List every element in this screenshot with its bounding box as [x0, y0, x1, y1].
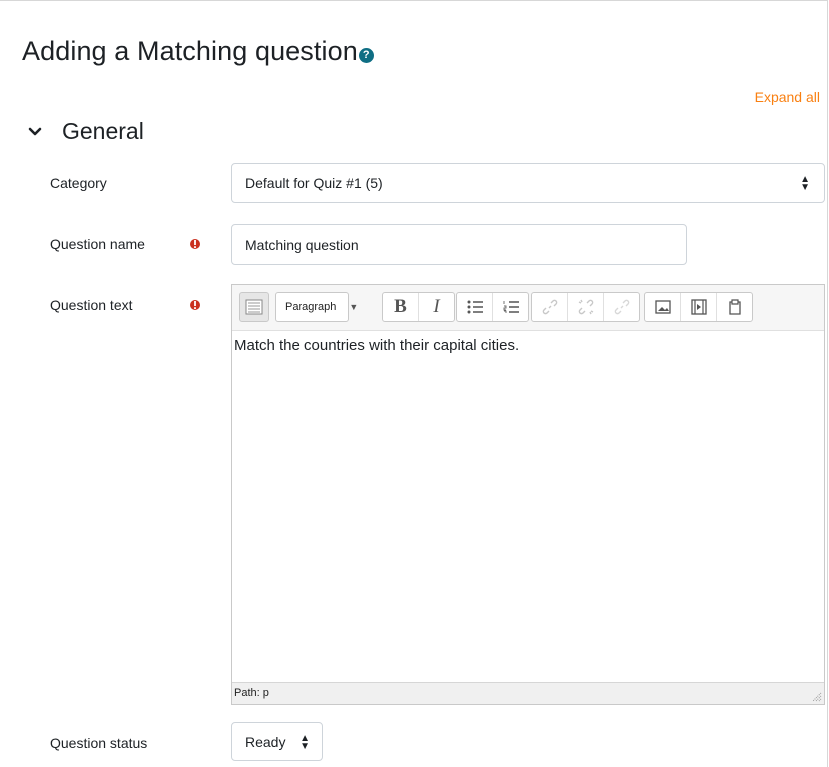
toolbar-toggle-icon — [245, 299, 263, 315]
resize-handle-icon[interactable] — [812, 692, 822, 702]
ordered-list-button[interactable] — [492, 293, 528, 321]
anchor-button[interactable] — [603, 293, 639, 321]
link-group — [531, 292, 640, 322]
element-path: Path: p — [234, 687, 269, 699]
category-label: Category — [50, 175, 107, 191]
select-arrows-icon: ▲ ▼ — [300, 733, 310, 752]
question-name-label: Question name — [50, 236, 145, 252]
media-icon — [690, 299, 707, 315]
question-text-label: Question text — [50, 297, 133, 313]
unlink-button[interactable] — [567, 293, 603, 321]
editor-content[interactable]: Match the countries with their capital c… — [232, 331, 824, 661]
section-title: General — [62, 118, 144, 144]
dropdown-arrow-icon: ▼ — [349, 302, 359, 312]
question-name-value: Matching question — [245, 237, 359, 253]
paragraph-format-select[interactable]: Paragraph ▼ — [275, 292, 358, 322]
unlink-icon — [578, 299, 593, 315]
category-select[interactable]: Default for Quiz #1 (5) ▲ ▼ — [231, 163, 825, 203]
list-group — [456, 292, 529, 322]
required-icon — [190, 300, 200, 310]
manage-files-button[interactable] — [716, 293, 752, 321]
question-text-editor[interactable]: Paragraph ▼ B I Match the countries with… — [231, 284, 825, 705]
select-arrows-icon: ▲ ▼ — [800, 174, 810, 193]
editor-statusbar: Path: p — [232, 682, 824, 704]
text-style-group: B I — [382, 292, 455, 322]
editor-toolbar: Paragraph ▼ B I — [232, 285, 824, 331]
media-group — [644, 292, 753, 322]
help-icon[interactable]: ? — [358, 48, 374, 63]
question-status-select[interactable]: Ready ▲ ▼ — [231, 722, 323, 761]
chevron-down-icon — [28, 127, 42, 135]
category-value: Default for Quiz #1 (5) — [245, 175, 383, 191]
anchor-icon — [614, 299, 629, 315]
media-button[interactable] — [680, 293, 716, 321]
image-button[interactable] — [645, 293, 680, 321]
bold-button[interactable]: B — [383, 293, 418, 321]
toolbar-toggle-button[interactable] — [239, 292, 269, 322]
italic-button[interactable]: I — [418, 293, 454, 321]
section-toggle-general[interactable]: General — [28, 118, 144, 145]
unordered-list-icon — [467, 300, 483, 314]
expand-all-link[interactable]: Expand all — [755, 89, 820, 105]
unordered-list-button[interactable] — [457, 293, 492, 321]
question-status-label: Question status — [50, 735, 148, 751]
image-icon — [654, 300, 671, 314]
ordered-list-icon — [503, 301, 519, 313]
required-icon — [190, 239, 200, 249]
link-icon — [542, 299, 557, 315]
format-value: Paragraph — [285, 301, 337, 313]
page-title: Adding a Matching question? — [22, 36, 374, 67]
link-button[interactable] — [532, 293, 567, 321]
editor-text: Match the countries with their capital c… — [234, 337, 520, 354]
question-status-value: Ready — [245, 734, 286, 750]
question-name-input[interactable]: Matching question — [231, 224, 687, 265]
manage-files-icon — [728, 299, 741, 315]
